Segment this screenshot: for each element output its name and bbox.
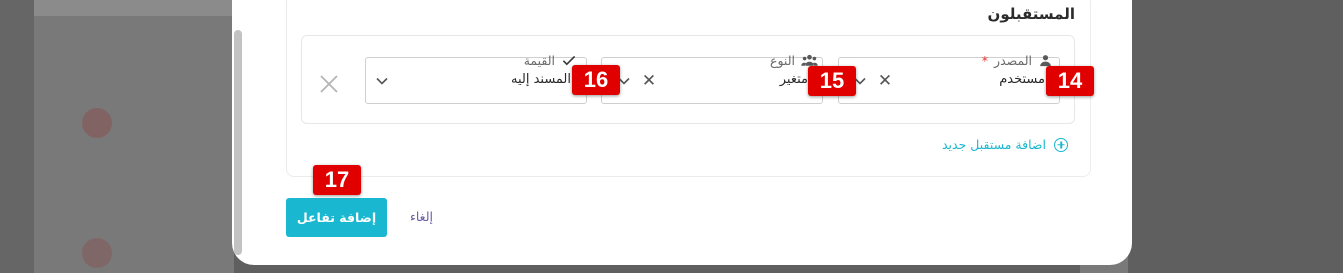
receivers-title: المستقبلون [987, 5, 1075, 23]
add-receiver-link[interactable]: اضافة مستقبل جديد [942, 137, 1068, 152]
badge-17: 17 [313, 165, 361, 195]
remove-receiver-icon[interactable] [318, 73, 340, 95]
value-value: المسند إليه [510, 72, 571, 87]
value-label: القيمة [524, 51, 577, 69]
backdrop-panel [34, 0, 234, 273]
required-mark: * [981, 52, 989, 68]
source-value: مستخدم [999, 72, 1045, 87]
value-chevron-down-icon[interactable] [375, 74, 389, 88]
value-label-text: القيمة [523, 52, 555, 68]
add-interaction-button[interactable]: إضافة تفاعل [286, 198, 387, 237]
badge-14: 14 [1046, 66, 1094, 96]
source-label-text: المصدر [994, 52, 1032, 68]
add-receiver-label: اضافة مستقبل جديد [941, 137, 1046, 152]
type-value: متغير [779, 72, 808, 87]
badge-15: 15 [808, 66, 856, 96]
source-label: المصدر * [982, 51, 1053, 69]
type-label-text: النوع [770, 52, 795, 68]
modal-scrollbar[interactable] [234, 30, 242, 255]
backdrop [0, 0, 34, 273]
cancel-button[interactable]: إلغاء [410, 209, 433, 224]
plus-circle-icon [1054, 137, 1068, 152]
badge-16: 16 [572, 65, 620, 95]
source-clear-icon[interactable]: ✕ [876, 70, 894, 92]
type-clear-icon[interactable]: ✕ [640, 70, 658, 92]
